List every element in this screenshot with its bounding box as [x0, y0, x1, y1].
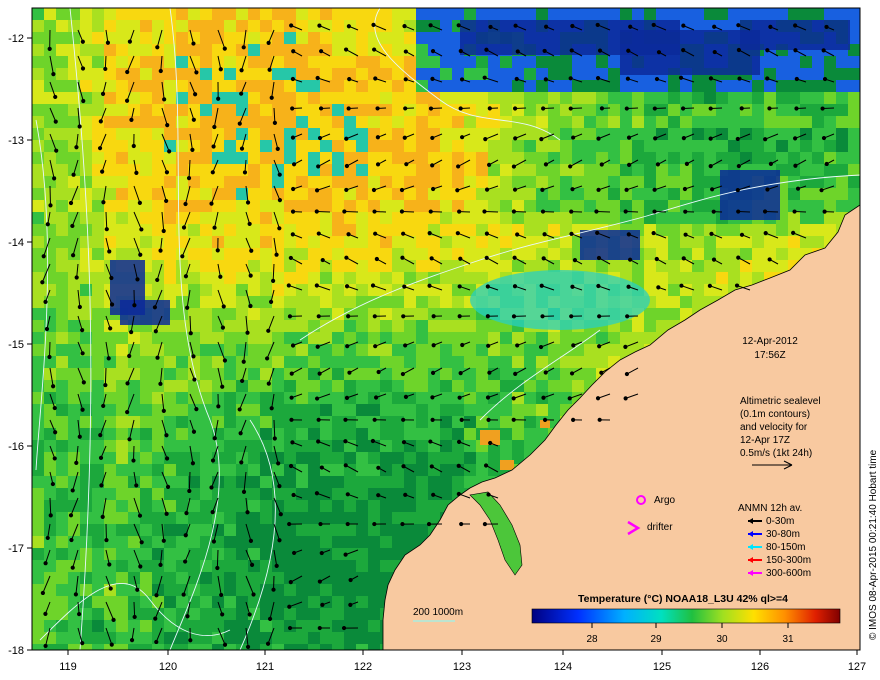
anmn-title: ANMN 12h av. [738, 503, 802, 514]
colorbar-title: Temperature (°C) NOAA18_L3U 42% ql>=4 [578, 593, 788, 605]
anmn-legend-label: 150-300m [766, 555, 811, 566]
credit-text: © IMOS 08-Apr-2015 00:21:40 Hobart time [868, 449, 879, 640]
y-tick-label: -16 [8, 441, 24, 453]
map-time: 17:56Z [754, 350, 785, 361]
y-tick-label: -18 [8, 645, 24, 657]
x-tick-label: 119 [59, 661, 77, 673]
colorbar-ramp [531, 608, 841, 624]
y-tick-label: -14 [8, 237, 24, 249]
anmn-legend-label: 80-150m [766, 542, 805, 553]
x-tick-label: 127 [848, 661, 866, 673]
altimetry-line: and velocity for [740, 422, 808, 433]
anmn-legend-label: 30-80m [766, 529, 800, 540]
drifter-label: drifter [647, 522, 673, 533]
altimetry-line: 12-Apr 17Z [740, 435, 790, 446]
x-tick-label: 124 [554, 661, 572, 673]
y-tick-label: -17 [8, 543, 24, 555]
altimetry-line: Altimetric sealevel [740, 396, 821, 407]
anmn-legend-label: 0-30m [766, 516, 794, 527]
colorbar-tick-label: 29 [650, 634, 662, 645]
bathymetry-label: 200 1000m [413, 607, 463, 618]
x-tick-label: 121 [256, 661, 274, 673]
x-axis: 119 120 121 122 123 124 125 126 127 [59, 650, 866, 673]
x-tick-label: 125 [653, 661, 671, 673]
sst-map: 119 120 121 122 123 124 125 126 127 -12 -13 -14 -15… [8, 7, 879, 673]
colorbar-tick-label: 31 [782, 634, 794, 645]
plot-area [32, 8, 860, 650]
argo-label: Argo [654, 495, 676, 506]
colorbar-tick-label: 30 [716, 634, 728, 645]
altimetry-line: (0.1m contours) [740, 409, 810, 420]
y-axis: -12 -13 -14 -15 -16 -17 -18 [8, 33, 32, 657]
y-tick-label: -15 [8, 339, 24, 351]
y-tick-label: -13 [8, 135, 24, 147]
x-tick-label: 123 [453, 661, 471, 673]
x-tick-label: 122 [354, 661, 372, 673]
anmn-legend-label: 300-600m [766, 568, 811, 579]
x-tick-label: 126 [751, 661, 769, 673]
y-tick-label: -12 [8, 33, 24, 45]
map-date: 12-Apr-2012 [742, 336, 798, 347]
altimetry-line: 0.5m/s (1kt 24h) [740, 448, 812, 459]
colorbar-tick-label: 28 [586, 634, 598, 645]
x-tick-label: 120 [159, 661, 177, 673]
